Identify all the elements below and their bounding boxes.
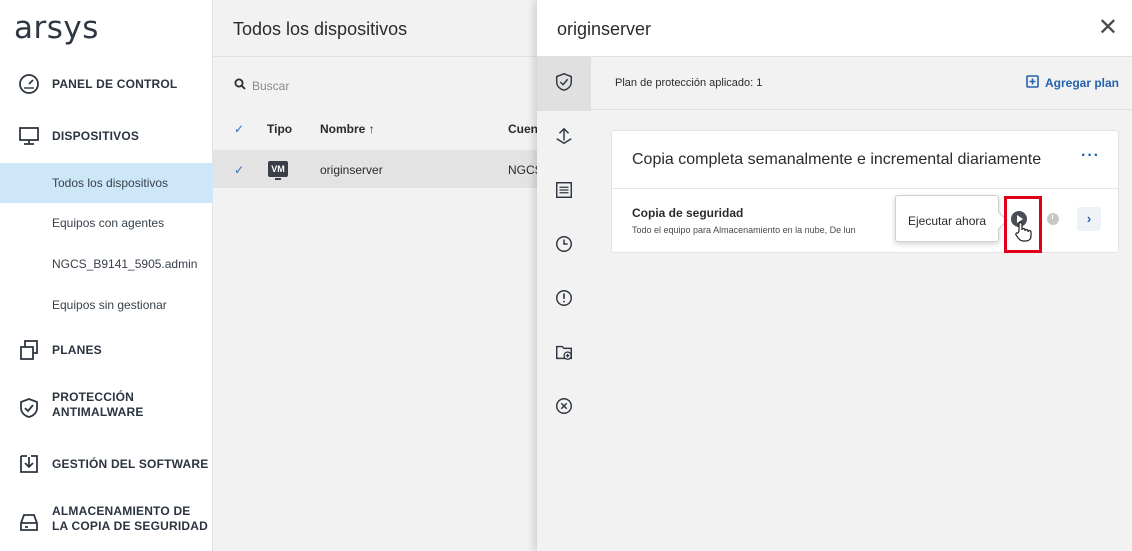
search-input[interactable]: Buscar bbox=[234, 78, 289, 93]
sidebar-item-label-line1: ALMACENAMIENTO DE bbox=[52, 504, 191, 518]
more-options-icon[interactable]: ··· bbox=[1081, 147, 1100, 165]
devices-list-pane: Todos los dispositivos Buscar ✓ Tipo Nom… bbox=[213, 0, 543, 551]
activity-list-icon bbox=[554, 180, 574, 205]
sidebar-item-dispositivos[interactable]: DISPOSITIVOS bbox=[0, 122, 213, 150]
rail-activities-button[interactable] bbox=[537, 165, 591, 219]
search-icon bbox=[234, 78, 246, 93]
backup-description: Todo el equipo para Almacenamiento en la… bbox=[632, 225, 856, 235]
row-name: originserver bbox=[320, 163, 383, 177]
schedule-clock-icon[interactable] bbox=[1047, 213, 1059, 225]
rail-schedule-button[interactable] bbox=[537, 219, 591, 273]
sidebar-subitem-todos-los-dispositivos[interactable]: Todos los dispositivos bbox=[0, 163, 213, 203]
sidebar-item-label-line1: PROTECCIÓN bbox=[52, 390, 135, 404]
software-update-icon bbox=[17, 452, 41, 476]
rail-protection-button[interactable] bbox=[537, 57, 591, 111]
app-logo: arsys bbox=[14, 10, 99, 46]
panel-content: Plan de protección aplicado: 1 Agregar p… bbox=[591, 57, 1132, 551]
vm-icon: VM bbox=[268, 161, 288, 180]
recovery-icon bbox=[554, 126, 574, 151]
rail-add-folder-button[interactable] bbox=[537, 327, 591, 381]
sidebar-item-panel-de-control[interactable]: PANEL DE CONTROL bbox=[0, 70, 213, 98]
column-header-name[interactable]: Nombre ↑ bbox=[320, 122, 375, 136]
sidebar-item-label-line2: LA COPIA DE SEGURIDAD bbox=[52, 519, 208, 533]
folder-add-icon bbox=[554, 342, 574, 367]
page-title: Todos los dispositivos bbox=[233, 19, 408, 39]
rail-delete-button[interactable] bbox=[537, 381, 591, 435]
clock-icon bbox=[554, 234, 574, 259]
divider bbox=[213, 56, 543, 57]
column-header-account[interactable]: Cuen bbox=[508, 122, 538, 136]
shield-check-icon bbox=[554, 72, 574, 97]
sidebar-item-label: PLANES bbox=[52, 343, 102, 357]
protection-plan-card: Copia completa semanalmente e incrementa… bbox=[611, 130, 1119, 253]
add-plan-label: Agregar plan bbox=[1044, 76, 1119, 90]
column-header-type[interactable]: Tipo bbox=[267, 122, 292, 136]
monitor-icon bbox=[17, 124, 41, 148]
run-now-tooltip: Ejecutar ahora bbox=[895, 195, 999, 242]
sidebar-item-label-line2: ANTIMALWARE bbox=[52, 405, 144, 419]
close-icon[interactable]: ✕ bbox=[1098, 16, 1118, 40]
panel-title: originserver bbox=[557, 19, 652, 39]
plus-box-icon bbox=[1026, 75, 1039, 91]
sidebar-item-label: PANEL DE CONTROL bbox=[52, 77, 178, 91]
sidebar-item-almacenamiento[interactable]: ALMACENAMIENTO DE LA COPIA DE SEGURIDAD bbox=[0, 502, 213, 542]
sidebar-item-label: GESTIÓN DEL SOFTWARE bbox=[52, 457, 209, 471]
sidebar-subitem-equipos-con-agentes[interactable]: Equipos con agentes bbox=[0, 203, 213, 243]
hand-cursor-icon bbox=[1013, 221, 1033, 243]
plan-applied-count: Plan de protección aplicado: 1 bbox=[615, 77, 763, 89]
search-placeholder: Buscar bbox=[252, 78, 290, 93]
add-plan-button[interactable]: Agregar plan bbox=[1026, 75, 1119, 91]
row-checkbox[interactable]: ✓ bbox=[234, 164, 246, 176]
backup-title: Copia de seguridad bbox=[632, 206, 744, 220]
sidebar-item-label: ALMACENAMIENTO DE LA COPIA DE SEGURIDAD bbox=[52, 504, 208, 534]
shield-check-icon bbox=[17, 396, 41, 420]
sidebar-item-gestion-del-software[interactable]: GESTIÓN DEL SOFTWARE bbox=[0, 450, 213, 478]
plan-bar: Plan de protección aplicado: 1 Agregar p… bbox=[591, 57, 1132, 110]
sidebar-item-planes[interactable]: PLANES bbox=[0, 336, 213, 364]
sidebar-item-label: PROTECCIÓN ANTIMALWARE bbox=[52, 390, 144, 420]
divider bbox=[612, 188, 1118, 189]
rail-alerts-button[interactable] bbox=[537, 273, 591, 327]
select-all-checkbox[interactable]: ✓ bbox=[234, 123, 246, 135]
sidebar: arsys PANEL DE CONTROL DISPOSITIVOS Todo… bbox=[0, 0, 213, 551]
speedometer-icon bbox=[17, 72, 41, 96]
chevron-right-icon[interactable]: › bbox=[1077, 207, 1101, 231]
rail-recovery-button[interactable] bbox=[537, 111, 591, 165]
sidebar-item-label: DISPOSITIVOS bbox=[52, 129, 140, 143]
sidebar-item-proteccion-antimalware[interactable]: PROTECCIÓN ANTIMALWARE bbox=[0, 388, 213, 428]
storage-icon bbox=[17, 510, 41, 534]
panel-icon-rail bbox=[537, 57, 591, 551]
device-detail-panel: originserver ✕ Plan de protección aplica… bbox=[537, 0, 1132, 551]
alert-icon bbox=[554, 288, 574, 313]
delete-icon bbox=[554, 396, 574, 421]
plans-icon bbox=[17, 338, 41, 362]
sidebar-subitem-ngcs-admin[interactable]: NGCS_B9141_5905.admin bbox=[0, 244, 213, 284]
sidebar-subitem-equipos-sin-gestionar[interactable]: Equipos sin gestionar bbox=[0, 285, 213, 325]
plan-title: Copia completa semanalmente e incrementa… bbox=[632, 151, 1042, 168]
